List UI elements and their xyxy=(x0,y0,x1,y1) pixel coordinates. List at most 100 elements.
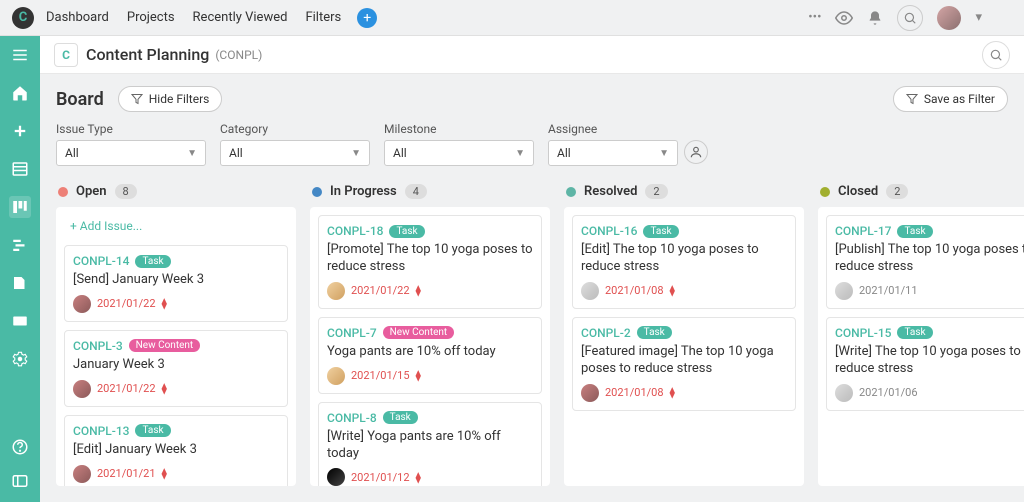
issue-card[interactable]: CONPL-14 Task [Send] January Week 3 2021… xyxy=(64,245,288,322)
add-button[interactable]: + xyxy=(357,8,377,28)
more-icon[interactable]: ••• xyxy=(808,10,821,25)
chevron-down-icon: ▼ xyxy=(351,148,361,159)
list-icon[interactable] xyxy=(9,158,31,180)
assignee-avatar xyxy=(327,468,345,486)
card-type-tag: Task xyxy=(389,225,424,238)
nav-dashboard[interactable]: Dashboard xyxy=(46,10,109,25)
chevron-down-icon: ▼ xyxy=(659,148,669,159)
filter-milestone-select[interactable]: All▼ xyxy=(384,140,534,166)
user-avatar[interactable] xyxy=(937,6,961,30)
board-column: Open 8+ Add Issue... CONPL-14 Task [Send… xyxy=(56,180,296,486)
filters-row: Issue Type All▼ Category All▼ Milestone … xyxy=(56,122,1008,166)
assignee-me-button[interactable] xyxy=(684,140,708,164)
help-icon[interactable] xyxy=(9,436,31,458)
card-due-date: 2021/01/06 xyxy=(859,386,918,399)
column-count: 2 xyxy=(645,184,667,199)
project-logo: C xyxy=(54,43,78,67)
board-icon[interactable] xyxy=(9,196,31,218)
gantt-icon[interactable] xyxy=(9,234,31,256)
topbar: C Dashboard Projects Recently Viewed Fil… xyxy=(0,0,1024,36)
board-column: Closed 2 CONPL-17 Task [Publish] The top… xyxy=(818,180,1024,486)
nav-projects[interactable]: Projects xyxy=(127,10,175,25)
save-filter-button[interactable]: Save as Filter xyxy=(893,86,1008,112)
card-type-tag: Task xyxy=(135,424,170,437)
add-issue-button[interactable]: + Add Issue... xyxy=(64,215,288,237)
issue-card[interactable]: CONPL-2 Task [Featured image] The top 10… xyxy=(572,317,796,411)
home-icon[interactable] xyxy=(9,82,31,104)
wiki-icon[interactable] xyxy=(9,272,31,294)
search-icon[interactable] xyxy=(897,5,923,31)
board-bar: Board Hide Filters Save as Filter Issue … xyxy=(40,74,1024,180)
filter-issue-type-select[interactable]: All▼ xyxy=(56,140,206,166)
card-key: CONPL-2 xyxy=(581,326,631,340)
filter-milestone-label: Milestone xyxy=(384,122,534,136)
card-type-tag: Task xyxy=(637,326,672,339)
settings-icon[interactable] xyxy=(9,348,31,370)
card-due-date: 2021/01/21 xyxy=(97,467,156,480)
column-count: 2 xyxy=(886,184,908,199)
card-key: CONPL-16 xyxy=(581,224,637,238)
column-count: 8 xyxy=(115,184,137,199)
watch-icon[interactable] xyxy=(835,9,853,27)
card-type-tag: Task xyxy=(897,326,932,339)
files-icon[interactable] xyxy=(9,310,31,332)
chevron-down-icon: ▼ xyxy=(515,148,525,159)
app-logo[interactable]: C xyxy=(12,7,34,29)
assignee-avatar xyxy=(581,384,599,402)
nav-recently-viewed[interactable]: Recently Viewed xyxy=(193,10,288,25)
overdue-icon: ⧫ xyxy=(416,471,421,484)
filter-assignee-select[interactable]: All▼ xyxy=(548,140,678,166)
issue-card[interactable]: CONPL-15 Task [Write] The top 10 yoga po… xyxy=(826,317,1024,411)
column-body: CONPL-18 Task [Promote] The top 10 yoga … xyxy=(310,207,550,486)
project-search-icon[interactable] xyxy=(982,41,1010,69)
column-name: Closed xyxy=(838,184,878,199)
card-due-date: 2021/01/22 xyxy=(351,284,410,297)
filter-issue-type-label: Issue Type xyxy=(56,122,206,136)
card-type-tag: New Content xyxy=(383,326,455,339)
card-key: CONPL-7 xyxy=(327,326,377,340)
card-title: [Publish] The top 10 yoga poses to reduc… xyxy=(835,242,1024,276)
card-due-date: 2021/01/08 xyxy=(605,386,664,399)
column-body: CONPL-16 Task [Edit] The top 10 yoga pos… xyxy=(564,207,804,486)
board-columns: Open 8+ Add Issue... CONPL-14 Task [Send… xyxy=(40,180,1024,502)
assignee-avatar xyxy=(581,282,599,300)
collapse-icon[interactable] xyxy=(9,470,31,492)
column-count: 4 xyxy=(405,184,427,199)
card-due-date: 2021/01/11 xyxy=(859,284,918,297)
card-key: CONPL-15 xyxy=(835,326,891,340)
card-title: [Edit] January Week 3 xyxy=(73,442,279,459)
issue-card[interactable]: CONPL-17 Task [Publish] The top 10 yoga … xyxy=(826,215,1024,309)
filter-category-select[interactable]: All▼ xyxy=(220,140,370,166)
card-title: [Featured image] The top 10 yoga poses t… xyxy=(581,344,787,378)
card-due-date: 2021/01/12 xyxy=(351,471,410,484)
issue-card[interactable]: CONPL-18 Task [Promote] The top 10 yoga … xyxy=(318,215,542,309)
column-body: CONPL-17 Task [Publish] The top 10 yoga … xyxy=(818,207,1024,486)
issue-card[interactable]: CONPL-7 New Content Yoga pants are 10% o… xyxy=(318,317,542,394)
card-due-date: 2021/01/22 xyxy=(97,297,156,310)
assignee-avatar xyxy=(835,282,853,300)
bell-icon[interactable] xyxy=(867,10,883,26)
hide-filters-label: Hide Filters xyxy=(149,92,210,106)
nav-filters[interactable]: Filters xyxy=(305,10,341,25)
hide-filters-button[interactable]: Hide Filters xyxy=(118,86,223,112)
overdue-icon: ⧫ xyxy=(416,369,421,382)
assignee-avatar xyxy=(73,295,91,313)
card-title: [Write] The top 10 yoga poses to reduce … xyxy=(835,344,1024,378)
menu-icon[interactable] xyxy=(9,44,31,66)
issue-card[interactable]: CONPL-16 Task [Edit] The top 10 yoga pos… xyxy=(572,215,796,309)
card-due-date: 2021/01/15 xyxy=(351,369,410,382)
card-key: CONPL-18 xyxy=(327,224,383,238)
issue-card[interactable]: CONPL-3 New Content January Week 3 2021/… xyxy=(64,330,288,407)
issue-card[interactable]: CONPL-13 Task [Edit] January Week 3 2021… xyxy=(64,415,288,486)
card-type-tag: Task xyxy=(897,225,932,238)
issue-card[interactable]: CONPL-8 Task [Write] Yoga pants are 10% … xyxy=(318,402,542,486)
main-area: C Content Planning (CONPL) Board Hide Fi… xyxy=(40,36,1024,502)
add-icon[interactable] xyxy=(9,120,31,142)
column-status-dot xyxy=(566,187,576,197)
user-menu-chevron[interactable]: ▾ xyxy=(975,10,982,25)
overdue-icon: ⧫ xyxy=(670,386,675,399)
card-type-tag: New Content xyxy=(129,339,201,352)
funnel-icon xyxy=(906,93,918,105)
card-key: CONPL-3 xyxy=(73,339,123,353)
card-key: CONPL-8 xyxy=(327,411,377,425)
